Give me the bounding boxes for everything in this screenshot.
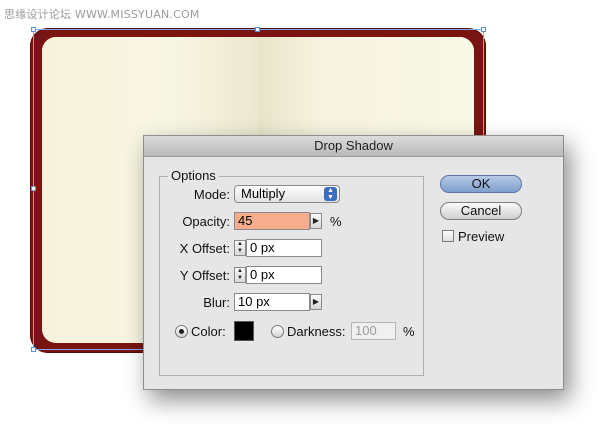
drop-shadow-dialog: Drop Shadow Options Mode: Multiply ▲ ▼ Op… bbox=[143, 135, 564, 390]
select-arrows-icon: ▲ ▼ bbox=[324, 187, 337, 201]
x-offset-input[interactable]: 0 px bbox=[246, 239, 322, 257]
cancel-button[interactable]: Cancel bbox=[440, 202, 522, 220]
ok-button[interactable]: OK bbox=[440, 175, 522, 193]
opacity-input[interactable]: 45 bbox=[234, 212, 310, 230]
color-label: Color: bbox=[191, 324, 226, 339]
selection-handle-middle-left[interactable] bbox=[31, 186, 36, 191]
x-offset-label: X Offset: bbox=[179, 241, 230, 256]
darkness-label: Darkness: bbox=[287, 324, 346, 339]
opacity-unit: % bbox=[330, 214, 342, 229]
selection-handle-top-right[interactable] bbox=[481, 27, 486, 32]
darkness-unit: % bbox=[403, 324, 415, 339]
darkness-radio[interactable] bbox=[271, 325, 284, 338]
selection-right-edge bbox=[483, 29, 484, 139]
mode-select[interactable]: Multiply ▲ ▼ bbox=[234, 185, 340, 203]
color-swatch[interactable] bbox=[234, 321, 254, 341]
watermark-text: 思缘设计论坛 WWW.MISSYUAN.COM bbox=[4, 8, 200, 21]
dialog-title: Drop Shadow bbox=[144, 136, 563, 157]
opacity-popup-arrow-icon[interactable]: ▶ bbox=[310, 213, 322, 229]
selection-handle-bottom-left[interactable] bbox=[31, 347, 36, 352]
y-offset-label: Y Offset: bbox=[179, 268, 230, 283]
opacity-label: Opacity: bbox=[182, 214, 230, 229]
blur-popup-arrow-icon[interactable]: ▶ bbox=[310, 294, 322, 310]
selection-handle-top-middle[interactable] bbox=[255, 27, 260, 32]
mode-value: Multiply bbox=[241, 186, 286, 201]
darkness-input[interactable]: 100 bbox=[351, 322, 396, 340]
color-radio[interactable] bbox=[175, 325, 188, 338]
preview-checkbox[interactable] bbox=[442, 230, 454, 242]
y-offset-input[interactable]: 0 px bbox=[246, 266, 322, 284]
blur-label: Blur: bbox=[203, 295, 230, 310]
preview-label: Preview bbox=[458, 229, 505, 244]
options-group-title: Options bbox=[168, 168, 219, 183]
x-offset-stepper-icon[interactable]: ▲ ▼ bbox=[234, 240, 246, 256]
selection-handle-top-left[interactable] bbox=[31, 27, 36, 32]
mode-label: Mode: bbox=[193, 187, 230, 202]
selection-bottom-edge bbox=[33, 349, 145, 350]
y-offset-stepper-icon[interactable]: ▲ ▼ bbox=[234, 267, 246, 283]
blur-input[interactable]: 10 px bbox=[234, 293, 310, 311]
